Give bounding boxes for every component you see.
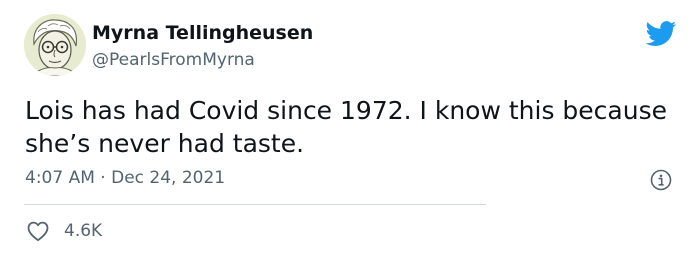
tweet-time[interactable]: 4:07 AM [25, 168, 95, 188]
like-count: 4.6K [64, 221, 103, 241]
user-handle[interactable]: @PearlsFromMyrna [92, 50, 255, 70]
tweet-timestamp[interactable]: 4:07 AM · Dec 24, 2021 [25, 168, 225, 188]
tweet-text: Lois has had Covid since 1972. I know th… [25, 96, 667, 158]
info-icon[interactable] [650, 169, 672, 191]
like-button[interactable]: 4.6K [26, 220, 102, 242]
divider [24, 204, 486, 205]
heart-icon[interactable] [26, 220, 50, 242]
twitter-bird-icon[interactable] [645, 21, 677, 47]
tweet-date[interactable]: Dec 24, 2021 [111, 168, 225, 188]
display-name[interactable]: Myrna Tellingheusen [92, 22, 313, 44]
avatar[interactable] [24, 14, 86, 76]
timestamp-separator: · [100, 168, 106, 188]
